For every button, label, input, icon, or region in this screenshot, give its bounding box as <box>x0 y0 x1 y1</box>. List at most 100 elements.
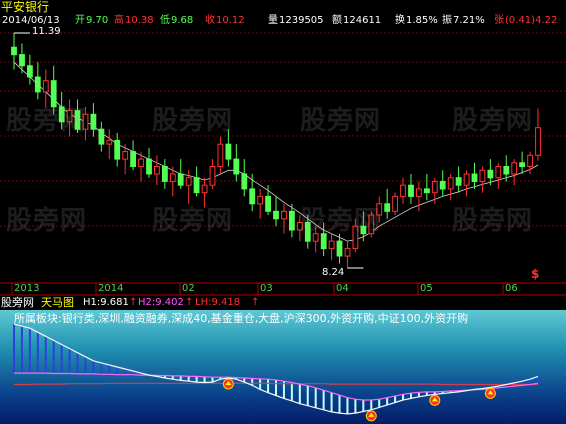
candle-body <box>217 143 224 168</box>
candle-body <box>19 54 25 67</box>
indicator-site: 股旁网 <box>1 296 34 309</box>
up-arrow-icon: ↑ <box>129 297 138 308</box>
stock-name: 平安银行 <box>1 0 50 14</box>
candle-body <box>106 139 113 145</box>
open-label: 开 <box>75 15 85 26</box>
candle-body <box>11 46 17 56</box>
x-tick-label: 05 <box>420 283 433 294</box>
candle-body <box>511 162 518 175</box>
candle-body <box>98 128 105 145</box>
candle-body <box>503 166 510 175</box>
candle-body <box>495 166 502 179</box>
candle-body <box>431 181 438 194</box>
indicator-name: 天马图 <box>41 296 74 309</box>
candle-body <box>241 173 248 190</box>
candle-body <box>27 65 33 78</box>
x-axis: 2013 2014 02 03 04 05 06 <box>0 283 566 295</box>
indicator-panel[interactable]: 所属板块:银行类,深圳,融资融券,深成40,基金重仓,大盘,沪深300,外资开购… <box>0 310 566 424</box>
amplitude-label: 振 <box>442 15 452 26</box>
candle-body <box>455 177 462 186</box>
amplitude-value: 7.21% <box>453 15 485 26</box>
watermark: 股旁网 <box>452 106 534 136</box>
x-tick-label: 03 <box>260 283 273 294</box>
candle-body <box>162 166 168 182</box>
indicator-chart <box>13 323 539 422</box>
candle-body <box>384 203 391 212</box>
high-label: 高 <box>114 15 124 26</box>
candle-body <box>400 184 406 197</box>
candle-body <box>249 188 256 205</box>
watermark: 股旁网 <box>6 206 88 236</box>
indicator-h2: H2:9.402 <box>138 297 184 308</box>
x-tick-label: 2014 <box>98 283 124 294</box>
watermark: 股旁网 <box>300 106 382 136</box>
x-tick-label: 02 <box>182 283 195 294</box>
amount-value: 124611 <box>343 15 382 26</box>
max-price-label: 11.39 <box>32 26 61 37</box>
change-label: 张 <box>494 15 504 26</box>
watermark: 股旁网 <box>6 106 88 136</box>
open-value: 9.70 <box>86 15 109 26</box>
candle-body <box>344 248 351 257</box>
candle-body <box>42 80 49 93</box>
candle-body <box>416 188 422 197</box>
candle-body <box>408 184 414 197</box>
candle-body <box>479 169 486 183</box>
candle-body <box>114 139 121 160</box>
close-label: 收 <box>205 15 215 26</box>
volume-label: 量 <box>268 15 278 26</box>
candle-body <box>201 184 208 194</box>
stock-chart-window: 平安银行 2014/06/13 开 9.70 高 10.38 低 9.68 收 … <box>0 0 566 424</box>
candle-body <box>392 195 399 212</box>
high-value: 10.38 <box>125 15 154 26</box>
candle-body <box>328 240 335 250</box>
candle-body <box>336 240 343 257</box>
watermark: 股旁网 <box>152 206 234 236</box>
x-tick-label: 06 <box>505 283 518 294</box>
candle-body <box>209 166 216 186</box>
candle-body <box>257 195 264 205</box>
candle-body <box>424 188 430 194</box>
candle-body <box>281 210 287 220</box>
candle-body <box>177 173 184 186</box>
up-arrow-icon: ↑ <box>251 297 260 308</box>
watermark: 股旁网 <box>152 106 234 136</box>
candlestick-chart[interactable] <box>0 0 566 296</box>
candle-body <box>487 169 494 179</box>
signal-glyph: $ <box>531 267 540 281</box>
candle-body <box>34 76 41 93</box>
close-value: 10.12 <box>216 15 245 26</box>
candle-body <box>439 181 446 190</box>
candle-body <box>527 154 534 168</box>
candle-body <box>519 162 526 168</box>
candle-body <box>289 210 295 231</box>
candle-body <box>122 151 129 160</box>
indicator-h1: H1:9.681 <box>83 297 129 308</box>
candle-body <box>169 173 176 182</box>
candle-body <box>225 143 232 160</box>
watermark: 股旁网 <box>300 206 382 236</box>
candle-body <box>265 195 272 212</box>
candle-body <box>447 177 454 190</box>
min-price-label: 8.24 <box>322 267 345 278</box>
change-value: (0.41)4.22 <box>505 15 558 26</box>
candle-body <box>154 166 160 175</box>
candle-body <box>233 158 240 175</box>
volume-value: 1239505 <box>279 15 324 26</box>
candle-body <box>185 177 192 186</box>
low-value: 9.68 <box>171 15 194 26</box>
candle-body <box>146 158 152 175</box>
watermark: 股旁网 <box>452 206 534 236</box>
candle-body <box>138 158 144 168</box>
candle-body <box>471 173 478 182</box>
x-tick-label: 04 <box>336 283 349 294</box>
candle-body <box>90 113 97 130</box>
up-arrow-icon: ↑ <box>185 297 194 308</box>
candle-body <box>535 127 541 156</box>
candle-body <box>463 173 470 186</box>
sector-tags: 所属板块:银行类,深圳,融资融券,深成40,基金重仓,大盘,沪深300,外资开购… <box>14 312 469 325</box>
candle-body <box>193 177 200 194</box>
x-tick-label: 2013 <box>14 283 40 294</box>
candle-body <box>130 151 136 168</box>
low-label: 低 <box>160 15 170 26</box>
